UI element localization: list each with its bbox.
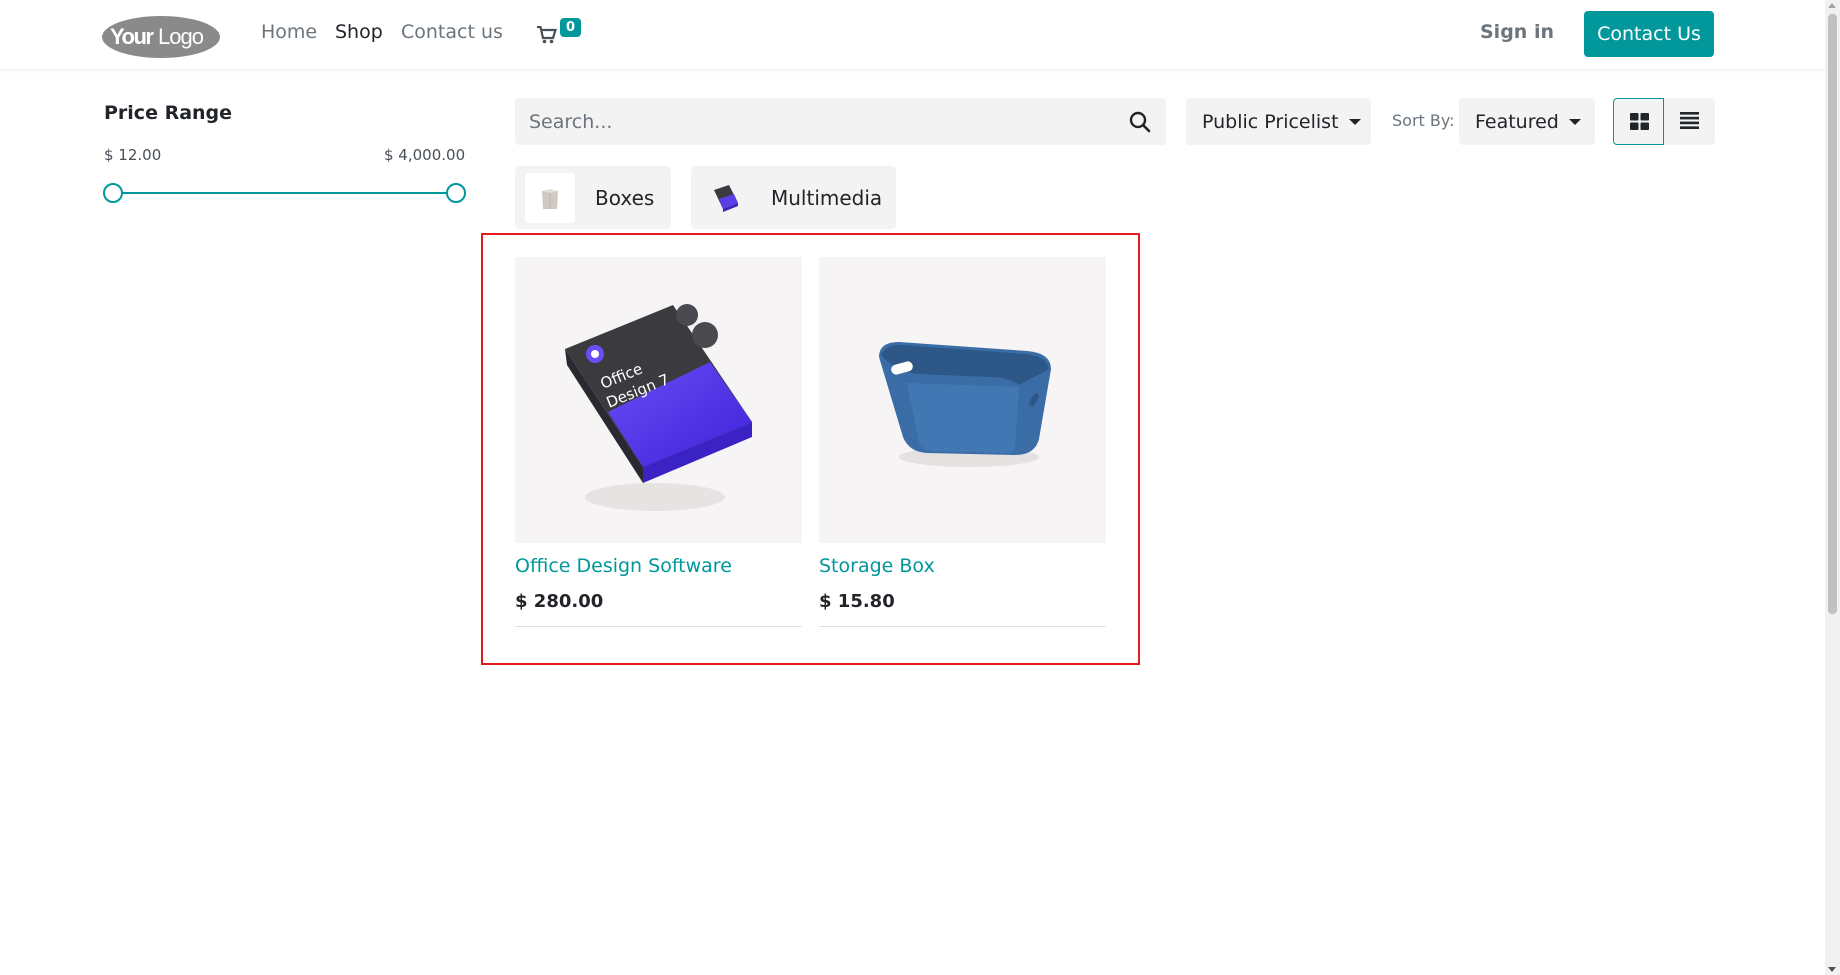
product-name[interactable]: Office Design Software <box>515 555 802 577</box>
grid-icon <box>1630 113 1649 130</box>
price-max-label: $ 4,000.00 <box>384 146 466 164</box>
scroll-down-arrow-icon[interactable] <box>1828 967 1836 972</box>
category-multimedia[interactable]: Multimedia <box>691 166 896 229</box>
scroll-up-arrow-icon[interactable] <box>1828 3 1836 8</box>
category-boxes[interactable]: Boxes <box>515 166 671 229</box>
divider <box>819 626 1106 627</box>
divider <box>515 626 802 627</box>
category-thumbnail <box>525 172 575 223</box>
sort-dropdown[interactable]: Featured <box>1459 98 1595 145</box>
product-card[interactable]: Storage Box $ 15.80 <box>819 257 1106 627</box>
category-label: Multimedia <box>771 185 883 210</box>
product-image[interactable] <box>819 257 1106 543</box>
price-range-title: Price Range <box>104 102 233 124</box>
price-slider-min-handle[interactable] <box>103 183 123 203</box>
sort-value: Featured <box>1475 110 1559 133</box>
nav-home[interactable]: Home <box>261 21 317 43</box>
product-image[interactable]: Office Design 7 <box>515 257 802 543</box>
category-label: Boxes <box>595 185 655 210</box>
svg-text:Your: Your <box>110 24 154 49</box>
site-header: Your Logo Home Shop Contact us 0 Sign in… <box>0 0 1825 69</box>
cart-count-badge: 0 <box>560 18 582 37</box>
nav-shop[interactable]: Shop <box>335 21 383 43</box>
site-logo[interactable]: Your Logo <box>101 15 222 59</box>
chevron-down-icon <box>1348 118 1361 125</box>
price-slider-track[interactable] <box>113 192 456 194</box>
product-price: $ 15.80 <box>819 591 895 612</box>
search-input[interactable] <box>529 98 1089 145</box>
price-min-label: $ 12.00 <box>104 146 162 164</box>
price-slider-max-handle[interactable] <box>446 183 466 203</box>
pricelist-label: Public Pricelist <box>1202 110 1339 133</box>
grid-view-button[interactable] <box>1613 98 1664 145</box>
scrollbar-thumb[interactable] <box>1828 14 1837 614</box>
search-box <box>515 98 1166 145</box>
list-icon <box>1680 112 1699 129</box>
product-name[interactable]: Storage Box <box>819 555 1106 577</box>
list-view-button[interactable] <box>1664 98 1715 145</box>
pricelist-dropdown[interactable]: Public Pricelist <box>1186 98 1371 145</box>
chevron-down-icon <box>1568 118 1581 125</box>
search-icon[interactable] <box>1128 110 1152 134</box>
contact-us-button[interactable]: Contact Us <box>1584 11 1714 57</box>
sign-in-link[interactable]: Sign in <box>1480 21 1554 43</box>
cart-icon <box>537 26 557 44</box>
page-scrollbar[interactable] <box>1825 0 1840 975</box>
product-card[interactable]: Office Design 7 Office Design Software $… <box>515 257 802 627</box>
product-price: $ 280.00 <box>515 591 604 612</box>
cart-button[interactable]: 0 <box>537 18 587 48</box>
category-thumbnail <box>701 172 751 223</box>
nav-contact-us[interactable]: Contact us <box>401 21 503 43</box>
svg-text:Logo: Logo <box>158 24 204 49</box>
sort-by-label: Sort By: <box>1392 111 1455 130</box>
